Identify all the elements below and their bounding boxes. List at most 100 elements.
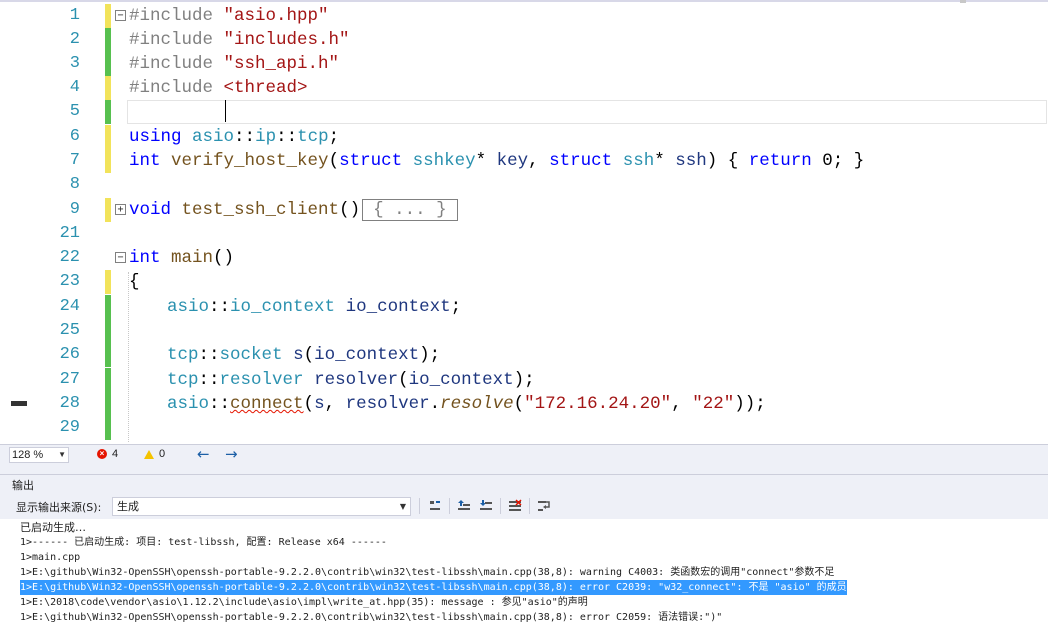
line-number: 23 [59,272,80,291]
output-panel-header: 输出 [0,474,1048,493]
output-line: 1>E:\github\Win32-OpenSSH\openssh-portab… [20,612,723,622]
code-text: int verify_host_key(struct sshkey* key, … [129,151,865,171]
code-text: using asio::ip::tcp; [129,127,340,147]
line-number: 7 [69,151,80,170]
editor-top-border [0,0,1048,2]
output-line: 1>E:\github\Win32-OpenSSH\openssh-portab… [20,567,835,578]
directive: #include [129,78,224,98]
code-line[interactable]: 5 [0,100,1048,124]
word-wrap-icon[interactable] [536,498,552,514]
line-number: 9 [69,200,80,219]
panel-splitter[interactable] [0,464,1048,474]
code-text: #include "ssh_api.h" [129,52,339,76]
output-line-selected: 1>E:\github\Win32-OpenSSH\openssh-portab… [20,580,847,595]
code-line[interactable]: 28 asio::connect(s, resolver.resolve("17… [0,392,1048,416]
fold-minus-icon[interactable]: − [115,10,126,21]
line-number: 5 [69,102,80,121]
code-line[interactable]: 1 − #include "asio.hpp" [0,4,1048,28]
line-number: 27 [59,370,80,389]
directive: #include [129,6,224,26]
prev-message-icon[interactable] [456,498,472,514]
include-string: "includes.h" [223,30,350,50]
output-line: 已启动生成… [20,521,86,534]
code-editor[interactable]: 1 − #include "asio.hpp" 2 #include "incl… [0,0,1048,444]
fold-plus-icon[interactable]: + [115,204,126,215]
code-line[interactable]: 2 #include "includes.h" [0,28,1048,52]
change-marker-green [105,52,111,76]
chevron-down-icon: ▼ [399,502,406,511]
next-message-icon[interactable] [478,498,494,514]
code-line[interactable]: 29 [0,416,1048,440]
warning-count-value: 0 [159,448,166,460]
text-cursor [225,100,226,122]
output-source-value: 生成 [117,500,139,513]
change-marker-yellow [105,270,111,294]
line-number: 22 [59,248,80,267]
error-count[interactable]: × 4 [97,448,118,460]
line-number: 2 [69,30,80,49]
output-text-area[interactable]: 已启动生成… 1>------ 已启动生成: 项目: test-libssh, … [0,519,1048,622]
line-number: 26 [59,345,80,364]
fold-minus-icon[interactable]: − [115,252,126,263]
clear-all-icon[interactable] [507,498,523,514]
zoom-dropdown[interactable]: 128 % ▼ [9,447,69,463]
code-line[interactable]: 21 [0,222,1048,246]
line-number: 3 [69,54,80,73]
include-string: "asio.hpp" [223,6,329,26]
change-marker-yellow [105,149,111,173]
change-marker-green [105,28,111,52]
code-text: tcp::resolver resolver(io_context); [167,370,535,390]
code-line[interactable]: 6 using asio::ip::tcp; [0,125,1048,149]
code-line[interactable]: 7 int verify_host_key(struct sshkey* key… [0,149,1048,173]
toolbar-separator [529,498,530,514]
change-marker-yellow [105,76,111,100]
code-line[interactable]: 26 tcp::socket s(io_context); [0,343,1048,367]
code-line[interactable]: 27 tcp::resolver resolver(io_context); [0,368,1048,392]
change-marker-green [105,295,111,319]
error-icon: × [97,449,107,459]
include-string: <thread> [223,78,308,98]
arrow-right-icon[interactable]: → [225,445,238,463]
output-toolbar: 显示输出来源(S): 生成 ▼ [0,493,1048,519]
zoom-value: 128 % [12,449,44,461]
output-source-select[interactable]: 生成 ▼ [112,497,411,516]
directive: #include [129,54,224,74]
code-line[interactable]: 25 [0,319,1048,343]
error-count-value: 4 [112,448,119,460]
line-number: 6 [69,127,80,146]
directive: #include [129,30,224,50]
line-number: 24 [59,297,80,316]
arrow-left-icon[interactable]: ← [197,445,210,463]
change-marker-yellow [105,198,111,222]
code-line[interactable]: 24 asio::io_context io_context; [0,295,1048,319]
output-line: 1>main.cpp [20,552,81,563]
change-marker-green [105,416,111,440]
code-text: int main() [129,248,235,268]
line-number: 4 [69,78,80,97]
code-line[interactable]: 8 [0,173,1048,197]
collapsed-block[interactable]: { ... } [362,199,458,221]
find-message-icon[interactable] [427,498,443,514]
toolbar-separator [500,498,501,514]
line-number: 21 [59,224,80,243]
code-line[interactable]: 9 + void test_ssh_client(){ ... } [0,198,1048,222]
code-line[interactable]: 3 #include "ssh_api.h" [0,52,1048,76]
change-marker-yellow [105,125,111,149]
code-line[interactable]: 4 #include <thread> [0,76,1048,100]
output-line: 1>------ 已启动生成: 项目: test-libssh, 配置: Rel… [20,537,387,548]
change-marker-green [105,343,111,367]
scrollbar-marker [960,0,966,3]
code-text: asio::io_context io_context; [167,297,462,317]
change-marker-green [105,100,111,124]
editor-status-bar: 128 % ▼ × 4 0 ← → [0,444,1048,464]
code-text: asio::connect(s, resolver.resolve("172.1… [167,394,766,414]
code-text: void test_ssh_client(){ ... } [129,198,458,222]
line-number: 1 [69,6,80,25]
line-number: 29 [59,418,80,437]
code-line[interactable]: 22 − int main() [0,246,1048,270]
line-number: 8 [69,175,80,194]
code-text: #include "asio.hpp" [129,4,329,28]
code-text: #include "includes.h" [129,28,350,52]
code-line[interactable]: 23 { [0,270,1048,294]
warning-count[interactable]: 0 [144,448,165,460]
